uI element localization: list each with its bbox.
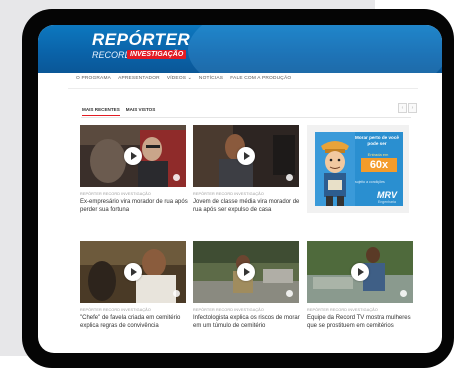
main-nav: O PROGRAMA APRESENTADOR VÍDEOS ⌄ NOTÍCIA… <box>76 76 291 88</box>
header-glow <box>188 25 442 73</box>
carousel-pager: ‹ › <box>398 103 417 113</box>
card-title[interactable]: Infectologista explica os riscos de mora… <box>193 314 301 331</box>
card-title[interactable]: "Chefe" de favela criada em cemitério ex… <box>80 314 188 331</box>
video-thumbnail[interactable] <box>193 125 299 187</box>
browser-screen: REPÓRTER RECORD INVESTIGAÇÃO O PROGRAMA … <box>38 25 442 353</box>
tab-mais-vistos[interactable]: MAIS VISTOS <box>126 107 156 116</box>
video-thumbnail[interactable] <box>80 125 186 187</box>
card-title[interactable]: Equipe da Record TV mostra mulheres que … <box>307 314 415 331</box>
advertisement-box[interactable]: Morar perto de você pode ser Entrada em … <box>307 125 409 213</box>
video-card[interactable]: REPÓRTER RECORD INVESTIGAÇÃO Jovem de cl… <box>193 125 299 215</box>
video-card[interactable]: REPÓRTER RECORD INVESTIGAÇÃO "Chefe" de … <box>80 241 186 346</box>
card-title[interactable]: Ex-empresário vira morador de rua após p… <box>80 198 188 215</box>
card-category[interactable]: REPÓRTER RECORD INVESTIGAÇÃO <box>307 308 378 312</box>
video-thumbnail[interactable] <box>80 241 186 303</box>
play-icon[interactable] <box>351 263 369 281</box>
nav-item-fale-conosco[interactable]: FALE COM A PRODUÇÃO <box>230 76 291 88</box>
play-icon[interactable] <box>124 147 142 165</box>
camera-icon <box>173 174 180 181</box>
nav-item-programa[interactable]: O PROGRAMA <box>76 76 111 88</box>
logo-badge: INVESTIGAÇÃO <box>127 50 187 59</box>
pager-next-button[interactable]: › <box>408 103 417 113</box>
camera-icon <box>400 290 407 297</box>
video-card[interactable]: REPÓRTER RECORD INVESTIGAÇÃO Ex-empresár… <box>80 125 188 215</box>
ad-headline: Morar perto de você pode ser <box>355 135 399 146</box>
advertisement-banner[interactable]: Morar perto de você pode ser Entrada em … <box>315 132 403 206</box>
ad-offer: 60x <box>361 158 397 172</box>
logo-title[interactable]: REPÓRTER <box>92 30 190 50</box>
card-category[interactable]: REPÓRTER RECORD INVESTIGAÇÃO <box>193 308 264 312</box>
video-card[interactable]: REPÓRTER RECORD INVESTIGAÇÃO Infectologi… <box>193 241 301 346</box>
tabs-divider <box>81 117 411 118</box>
video-thumbnail[interactable] <box>307 241 413 303</box>
card-category[interactable]: REPÓRTER RECORD INVESTIGAÇÃO <box>80 308 151 312</box>
card-category[interactable]: REPÓRTER RECORD INVESTIGAÇÃO <box>80 192 151 196</box>
logo-subtitle: RECORD <box>92 50 132 60</box>
video-thumbnail[interactable] <box>193 241 299 303</box>
play-icon[interactable] <box>124 263 142 281</box>
play-icon[interactable] <box>237 147 255 165</box>
card-category[interactable]: REPÓRTER RECORD INVESTIGAÇÃO <box>193 192 264 196</box>
camera-icon <box>286 290 293 297</box>
nav-divider <box>68 88 418 89</box>
ad-footnote: sujeito a condições <box>355 180 385 184</box>
site-header: REPÓRTER RECORD INVESTIGAÇÃO <box>38 25 442 73</box>
camera-icon <box>286 174 293 181</box>
play-icon[interactable] <box>237 263 255 281</box>
video-card[interactable]: REPÓRTER RECORD INVESTIGAÇÃO Equipe da R… <box>307 241 413 346</box>
camera-icon <box>173 290 180 297</box>
ad-brand-logo: MRV <box>377 190 397 200</box>
card-title[interactable]: Jovem de classe média vira morador de ru… <box>193 198 301 215</box>
pager-prev-button[interactable]: ‹ <box>398 103 407 113</box>
nav-item-videos[interactable]: VÍDEOS ⌄ <box>167 76 192 88</box>
ad-subline: Entrada em <box>367 152 389 157</box>
content-tabs: MAIS RECENTES MAIS VISTOS <box>82 107 155 116</box>
tab-mais-recentes[interactable]: MAIS RECENTES <box>82 107 120 116</box>
nav-item-apresentador[interactable]: APRESENTADOR <box>118 76 160 88</box>
nav-item-noticias[interactable]: NOTÍCIAS <box>199 76 223 88</box>
ad-brand-sub: Engenharia <box>378 200 396 204</box>
